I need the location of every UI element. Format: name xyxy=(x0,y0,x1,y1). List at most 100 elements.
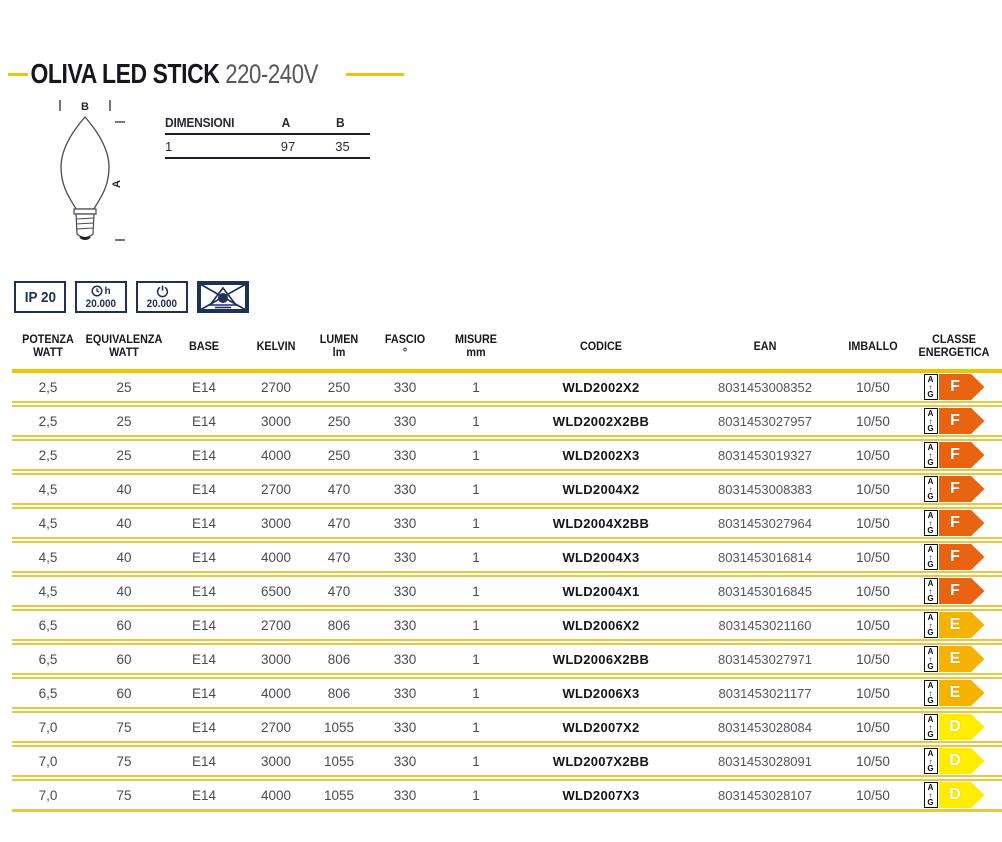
table-row: 4,5 40 E14 3000 470 330 1 WLD2004X2BB 80… xyxy=(12,509,1002,543)
cell-lumen: 250 xyxy=(308,448,370,463)
energy-class-letter: F xyxy=(939,378,972,396)
cell-base: E14 xyxy=(164,550,244,565)
cell-kelvin: 3000 xyxy=(244,516,308,531)
cell-fascio: 330 xyxy=(370,618,440,633)
cell-misure: 1 xyxy=(440,516,512,531)
cell-misure: 1 xyxy=(440,550,512,565)
energy-class-badge: A ↑ G D xyxy=(924,714,985,740)
table-row: 4,5 40 E14 4000 470 330 1 WLD2004X3 8031… xyxy=(12,543,1002,577)
energy-class-letter: F xyxy=(939,446,972,464)
cell-classe: A ↑ G E xyxy=(906,612,1002,638)
energy-class-letter: D xyxy=(939,786,972,804)
cell-ean: 8031453028084 xyxy=(690,720,840,735)
col-header-equivalenza: EQUIVALENZAWATT xyxy=(86,325,161,369)
table-row: 4,5 40 E14 2700 470 330 1 WLD2004X2 8031… xyxy=(12,475,1002,509)
cell-codice: WLD2006X2 xyxy=(512,618,690,633)
energy-class-letter: F xyxy=(939,480,972,498)
cell-fascio: 330 xyxy=(370,516,440,531)
energy-scale-box: A ↑ G xyxy=(924,782,938,808)
energy-arrow: F xyxy=(939,442,985,468)
cell-imballo: 10/50 xyxy=(840,584,906,599)
energy-arrow: F xyxy=(939,578,985,604)
cell-misure: 1 xyxy=(440,754,512,769)
energy-class-badge: A ↑ G E xyxy=(924,646,985,672)
spec-table-header: POTENZAWATT EQUIVALENZAWATT BASE KELVIN … xyxy=(12,325,1002,369)
dim-label-a: A xyxy=(111,180,123,188)
cell-potenza: 6,5 xyxy=(12,652,84,667)
cell-potenza: 7,0 xyxy=(12,754,84,769)
table-bottom-line xyxy=(12,809,1002,812)
dim-value-index: 1 xyxy=(165,139,261,154)
energy-scale-bottom-letter: G xyxy=(927,663,933,671)
cell-classe: A ↑ G F xyxy=(906,578,1002,604)
energy-scale-bottom-letter: G xyxy=(927,697,933,705)
cell-base: E14 xyxy=(164,414,244,429)
cell-ean: 8031453021160 xyxy=(690,618,840,633)
cell-lumen: 1055 xyxy=(308,754,370,769)
cell-equivalenza: 40 xyxy=(84,584,164,599)
energy-scale-bottom-letter: G xyxy=(927,799,933,807)
power-icon xyxy=(156,285,169,298)
cell-base: E14 xyxy=(164,686,244,701)
energy-arrow: F xyxy=(939,374,985,400)
cell-fascio: 330 xyxy=(370,788,440,803)
cell-base: E14 xyxy=(164,754,244,769)
cell-lumen: 806 xyxy=(308,686,370,701)
dim-header-b: B xyxy=(315,115,366,130)
col-header-codice: CODICE xyxy=(517,325,684,369)
cell-kelvin: 2700 xyxy=(244,618,308,633)
cell-ean: 8031453028107 xyxy=(690,788,840,803)
cell-imballo: 10/50 xyxy=(840,720,906,735)
cell-base: E14 xyxy=(164,448,244,463)
cell-kelvin: 4000 xyxy=(244,788,308,803)
cell-equivalenza: 40 xyxy=(84,516,164,531)
cell-kelvin: 4000 xyxy=(244,686,308,701)
cell-lumen: 470 xyxy=(308,516,370,531)
cell-imballo: 10/50 xyxy=(840,414,906,429)
cell-imballo: 10/50 xyxy=(840,652,906,667)
energy-arrow: E xyxy=(939,680,985,706)
cell-codice: WLD2002X2BB xyxy=(512,414,690,429)
title-rule-line xyxy=(346,73,404,76)
energy-arrow: E xyxy=(939,612,985,638)
dim-value-b: 35 xyxy=(315,139,370,154)
cell-potenza: 2,5 xyxy=(12,380,84,395)
cell-fascio: 330 xyxy=(370,652,440,667)
energy-class-badge: A ↑ G F xyxy=(924,544,985,570)
cell-potenza: 4,5 xyxy=(12,584,84,599)
col-header-kelvin: KELVIN xyxy=(246,325,306,369)
bulb-glass-outline xyxy=(61,117,109,209)
page-title: OLIVA LED STICK 220-240V xyxy=(28,58,321,90)
cell-equivalenza: 60 xyxy=(84,618,164,633)
cell-equivalenza: 25 xyxy=(84,380,164,395)
col-header-ean: EAN xyxy=(695,325,836,369)
cell-lumen: 470 xyxy=(308,584,370,599)
cell-lumen: 250 xyxy=(308,414,370,429)
cell-equivalenza: 75 xyxy=(84,720,164,735)
energy-class-letter: F xyxy=(939,514,972,532)
cell-codice: WLD2006X2BB xyxy=(512,652,690,667)
cell-kelvin: 2700 xyxy=(244,380,308,395)
cell-codice: WLD2004X2BB xyxy=(512,516,690,531)
cell-ean: 8031453019327 xyxy=(690,448,840,463)
table-row: 7,0 75 E14 3000 1055 330 1 WLD2007X2BB 8… xyxy=(12,747,1002,781)
energy-scale-box: A ↑ G xyxy=(924,544,938,570)
col-header-misure: MISUREmm xyxy=(442,325,510,369)
energy-class-badge: A ↑ G F xyxy=(924,510,985,536)
cell-kelvin: 3000 xyxy=(244,652,308,667)
energy-scale-box: A ↑ G xyxy=(924,510,938,536)
datasheet-page: { "page": { "title": "OLIVA LED STICK", … xyxy=(0,0,1002,842)
cell-lumen: 1055 xyxy=(308,788,370,803)
cell-classe: A ↑ G F xyxy=(906,510,1002,536)
energy-class-letter: D xyxy=(939,752,972,770)
table-row: 6,5 60 E14 2700 806 330 1 WLD2006X2 8031… xyxy=(12,611,1002,645)
cell-imballo: 10/50 xyxy=(840,380,906,395)
cell-codice: WLD2004X3 xyxy=(512,550,690,565)
bulb-dimension-drawing: B A xyxy=(44,100,128,252)
cell-classe: A ↑ G F xyxy=(906,408,1002,434)
cell-base: E14 xyxy=(164,584,244,599)
energy-scale-bottom-letter: G xyxy=(927,561,933,569)
cell-equivalenza: 60 xyxy=(84,686,164,701)
cell-ean: 8031453021177 xyxy=(690,686,840,701)
cell-equivalenza: 75 xyxy=(84,788,164,803)
